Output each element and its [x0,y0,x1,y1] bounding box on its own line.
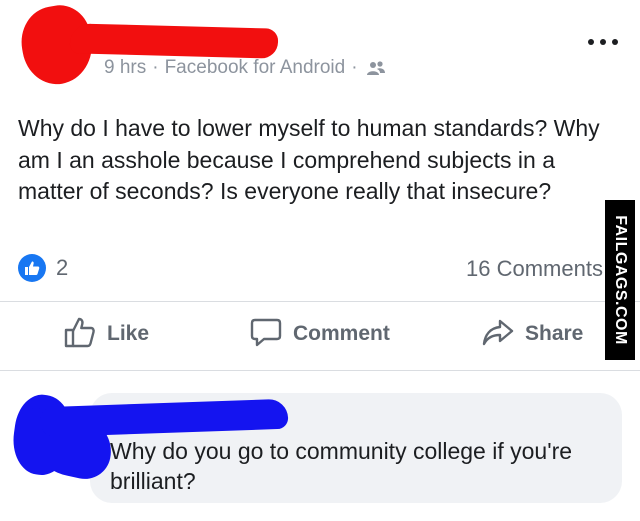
thumbs-up-icon [63,315,97,354]
comment-button[interactable]: Comment [249,314,390,354]
reaction-count: 2 [56,255,69,280]
more-options-icon[interactable] [588,34,618,50]
meta-separator: · [152,57,159,78]
comment-count[interactable]: 16 Comments [466,256,603,282]
post-timestamp[interactable]: 9 hrs [104,57,146,79]
comment-label: Comment [293,322,390,345]
share-arrow-icon [481,315,515,354]
watermark-text: FAILGAGS.COM [612,215,629,345]
post-source: Facebook for Android [164,57,346,78]
like-label: Like [107,322,150,345]
friends-icon [366,60,386,76]
meta-separator-2: · [351,57,358,78]
comment-bubble-icon [249,315,283,354]
divider [0,370,640,371]
reactions-summary[interactable]: 2 [18,254,68,282]
watermark: FAILGAGS.COM [605,200,635,360]
post-text: Why do I have to lower myself to human s… [18,115,600,204]
post-header: 9 hrs · Facebook for Android · [0,0,640,95]
comment-text: Why do you go to community college if yo… [110,438,573,494]
divider [0,301,640,302]
like-button[interactable]: Like [63,314,149,354]
comment-item: Why do you go to community college if yo… [0,385,640,521]
share-label: Share [525,322,584,345]
redacted-author-name [69,23,279,59]
like-badge-icon [18,254,46,282]
post-meta: 9 hrs · Facebook for Android · [104,57,386,79]
share-button[interactable]: Share [481,314,583,354]
